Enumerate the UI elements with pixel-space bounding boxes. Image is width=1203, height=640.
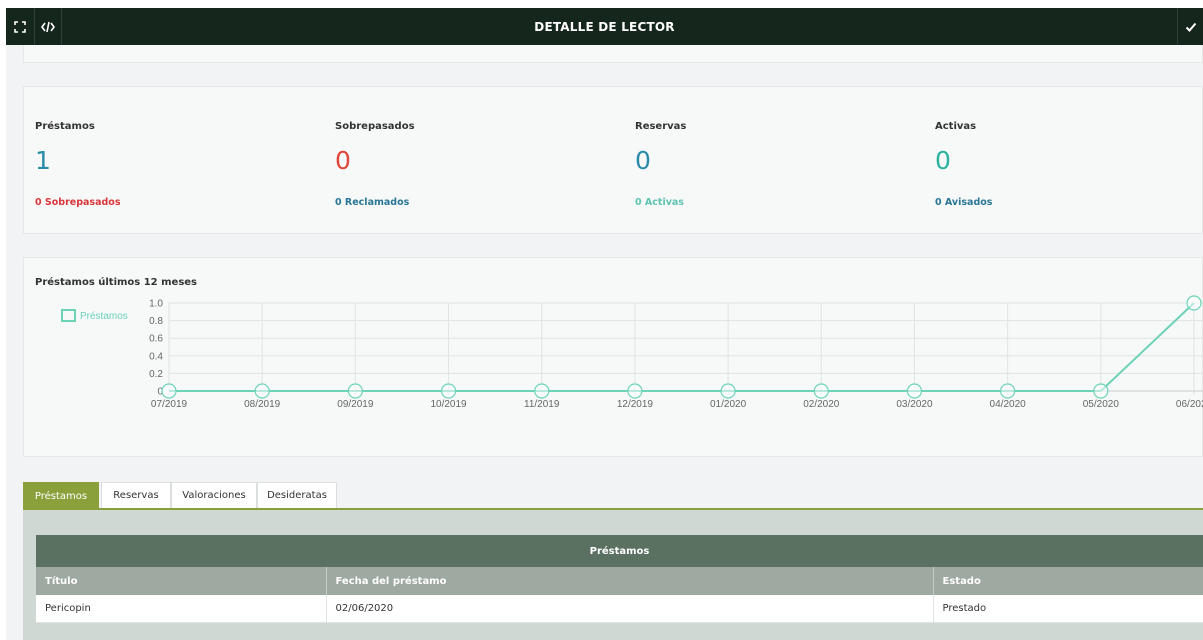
stat-reservas: Reservas 0 0 Activas [624, 87, 904, 235]
table-caption: Préstamos [36, 535, 1203, 567]
data-point [347, 383, 363, 399]
data-point [1093, 383, 1109, 399]
stat-label: Activas [935, 121, 977, 132]
x-tick-label: 08/2019 [244, 399, 281, 410]
stat-value: 1 [35, 146, 51, 175]
tab-prestamos[interactable]: Préstamos [23, 482, 99, 509]
top-panel [23, 45, 1203, 63]
x-tick-label: 02/2020 [803, 399, 840, 410]
data-point [906, 383, 923, 399]
stat-sub-link[interactable]: 0 Sobrepasados [35, 197, 120, 208]
column-header-titulo[interactable]: Título [36, 567, 327, 595]
tab-valoraciones[interactable]: Valoraciones [171, 482, 257, 508]
stat-sub-link[interactable]: 0 Activas [635, 197, 684, 208]
x-tick-label: 05/2020 [1083, 399, 1120, 410]
data-point [720, 383, 736, 399]
loans-table: Préstamos Título Fecha del préstamo Esta… [36, 535, 1203, 623]
stat-value: 0 [635, 146, 651, 175]
data-point [254, 383, 270, 399]
chart-panel: Préstamos últimos 12 meses 1.0 0.8 0.6 0.4 0… [23, 257, 1203, 457]
legend-swatch [61, 309, 76, 322]
stat-value: 0 [935, 146, 951, 175]
code-icon[interactable] [34, 8, 62, 45]
data-point [534, 383, 550, 399]
x-tick-label: 09/2019 [337, 399, 374, 410]
x-tick-label: 10/2019 [430, 399, 467, 410]
x-tick-label: 07/2019 [151, 399, 188, 410]
data-point [440, 383, 457, 399]
cell-titulo: Pericopin [36, 595, 327, 623]
top-bar: DETALLE DE LECTOR [6, 8, 1203, 45]
stat-activas: Activas 0 0 Avisados [924, 87, 1203, 235]
page-title: DETALLE DE LECTOR [534, 19, 675, 34]
stat-prestamos: Préstamos 1 0 Sobrepasados [24, 87, 304, 235]
x-tick-label: 03/2020 [896, 399, 933, 410]
stat-sub-link[interactable]: 0 Avisados [935, 197, 992, 208]
x-tick-label: 11/2019 [524, 399, 560, 410]
loans-line-chart: 1.00.80.60.40.2007/2019 08/2019 09/2019 10/… [61, 295, 1203, 410]
stat-sub-link[interactable]: 0 Reclamados [335, 197, 409, 208]
x-tick-label: 06/2020 [1176, 399, 1203, 410]
y-tick-label: 0.8 [149, 316, 163, 327]
y-tick-label: 0.2 [149, 369, 163, 380]
tab-reservas[interactable]: Reservas [101, 482, 171, 508]
column-header-estado[interactable]: Estado [933, 567, 1203, 595]
expand-icon[interactable] [6, 8, 34, 45]
data-point [627, 383, 643, 399]
table-row[interactable]: Pericopin 02/06/2020 Prestado [36, 595, 1203, 623]
table-header-row: Título Fecha del préstamo Estado [36, 567, 1203, 595]
data-point [813, 383, 829, 399]
stat-label: Sobrepasados [335, 121, 415, 132]
x-tick-label: 12/2019 [617, 399, 654, 410]
data-point [161, 383, 177, 399]
tab-desideratas[interactable]: Desideratas [257, 482, 337, 508]
data-point [1186, 295, 1202, 311]
x-tick-label: 01/2020 [710, 399, 747, 410]
stats-panel: Préstamos 1 0 Sobrepasados Sobrepasados … [23, 86, 1203, 234]
stat-label: Préstamos [35, 121, 95, 132]
stat-label: Reservas [635, 121, 687, 132]
cell-fecha: 02/06/2020 [326, 595, 934, 623]
cell-estado: Prestado [933, 595, 1203, 623]
x-tick-label: 04/2020 [990, 399, 1027, 410]
y-tick-label: 0.4 [149, 351, 163, 362]
data-point [1000, 383, 1016, 399]
app-frame: DETALLE DE LECTOR Préstamos 1 0 Sobrepas… [6, 8, 1203, 640]
tab-content-prestamos: Préstamos Título Fecha del préstamo Esta… [23, 510, 1203, 640]
y-tick-label: 1.0 [149, 299, 163, 310]
stat-value: 0 [335, 146, 351, 175]
legend-label: Préstamos [80, 311, 128, 322]
stat-sobrepasados: Sobrepasados 0 0 Reclamados [324, 87, 604, 235]
check-icon[interactable] [1177, 8, 1203, 45]
y-tick-label: 0.6 [149, 334, 163, 345]
column-header-fecha[interactable]: Fecha del préstamo [326, 567, 934, 595]
series-line-prestamos [169, 302, 1195, 392]
